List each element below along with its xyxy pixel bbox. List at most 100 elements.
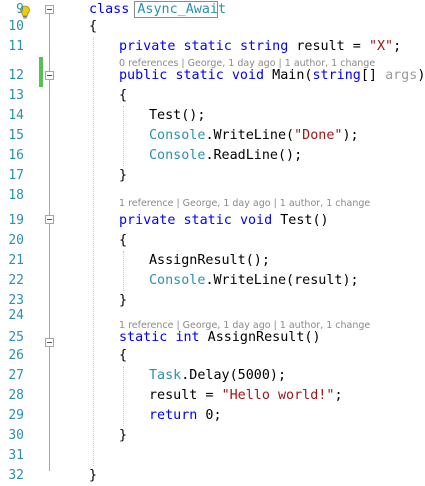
code-text[interactable]: {: [119, 346, 127, 366]
code-token: ;: [393, 39, 402, 54]
line-number: 17: [8, 168, 24, 183]
code-token: private: [119, 213, 176, 228]
code-token: static: [183, 39, 232, 54]
code-text[interactable]: {: [119, 86, 127, 106]
code-line[interactable]: 30}: [0, 426, 425, 446]
code-text[interactable]: private static string result = "X";: [119, 37, 401, 57]
code-line[interactable]: 31: [0, 446, 425, 466]
code-line[interactable]: 11 private static string result = "X";: [0, 37, 425, 57]
code-line[interactable]: 26 {: [0, 346, 425, 366]
line-number: 30: [8, 428, 24, 443]
code-line[interactable]: 19 private static void Test(): [0, 211, 425, 231]
code-line[interactable]: 20 {: [0, 231, 425, 251]
line-number: 29: [8, 408, 24, 423]
line-number: 12: [8, 68, 24, 83]
code-token: Console: [149, 148, 206, 163]
code-text[interactable]: private static void Test(): [119, 211, 329, 231]
indent-guide: [123, 251, 124, 291]
code-text[interactable]: }: [119, 166, 127, 186]
line-number: 27: [8, 368, 24, 383]
line-number: 10: [8, 19, 24, 34]
code-token: {: [119, 88, 128, 103]
codelens-info[interactable]: 1 reference | George, 1 day ago | 1 auth…: [119, 197, 370, 211]
code-token: Test();: [149, 108, 206, 123]
line-number: 20: [8, 233, 24, 248]
code-token: string: [239, 39, 289, 54]
code-line[interactable]: 27 Task.Delay(5000);: [0, 366, 425, 386]
codelens-info[interactable]: 0 references | George, 1 day ago | 1 aut…: [119, 57, 375, 71]
code-token: );: [342, 128, 359, 143]
code-token: result =: [149, 388, 222, 403]
code-token: {: [119, 348, 128, 363]
code-token: {: [89, 19, 98, 34]
code-token: Task: [149, 368, 182, 383]
code-token: {: [119, 233, 128, 248]
code-token: AssignResult();: [149, 253, 270, 268]
code-token: "Hello world!": [221, 388, 335, 403]
code-line[interactable]: 13 {: [0, 86, 425, 106]
code-text[interactable]: {: [89, 17, 97, 37]
collapse-icon[interactable]: [45, 71, 54, 80]
code-text[interactable]: {: [119, 231, 127, 251]
code-text[interactable]: Console.WriteLine(result);: [149, 271, 359, 291]
code-text[interactable]: }: [89, 466, 97, 486]
code-line[interactable]: 32}: [0, 466, 425, 486]
code-line[interactable]: 28 result = "Hello world!";: [0, 386, 425, 406]
code-token: }: [119, 428, 128, 443]
code-line[interactable]: 15 Console.WriteLine("Done");: [0, 126, 425, 146]
line-number: 24: [8, 308, 24, 323]
collapse-icon[interactable]: [45, 5, 54, 14]
code-token: Test(): [272, 213, 329, 228]
code-line[interactable]: 16 Console.ReadLine();: [0, 146, 425, 166]
line-number: 15: [8, 128, 24, 143]
code-line[interactable]: 14 Test();: [0, 106, 425, 126]
line-number: 31: [8, 448, 24, 463]
code-editor[interactable]: 9 class Async_Await 10{11 private static st…: [0, 0, 425, 483]
code-token: static: [183, 213, 232, 228]
line-number: 18: [8, 188, 24, 203]
code-line[interactable]: 29 return 0;: [0, 406, 425, 426]
outline-line: [49, 347, 50, 439]
code-line[interactable]: 21 AssignResult();: [0, 251, 425, 271]
code-token: 0;: [197, 408, 222, 423]
code-token: private: [119, 39, 176, 54]
code-token: "Done": [294, 128, 343, 143]
code-token: ;: [334, 388, 343, 403]
code-token: ): [417, 68, 425, 83]
collapse-icon[interactable]: [45, 215, 54, 224]
outline-line: [49, 80, 50, 178]
line-number: 11: [8, 39, 24, 54]
code-line[interactable]: 10 {: [0, 17, 425, 37]
rename-highlight: [134, 1, 218, 18]
line-number: 22: [8, 273, 24, 288]
code-token: }: [119, 168, 128, 183]
code-token: .ReadLine();: [205, 148, 303, 163]
code-token: void: [239, 213, 273, 228]
code-text[interactable]: Console.WriteLine("Done");: [149, 126, 359, 146]
code-text[interactable]: }: [119, 426, 127, 446]
codelens-info[interactable]: 1 reference | George, 1 day ago | 1 auth…: [119, 319, 370, 333]
indent-guide: [123, 106, 124, 166]
indent-guide: [93, 37, 94, 466]
code-line[interactable]: 22 Console.WriteLine(result);: [0, 271, 425, 291]
line-number: 16: [8, 148, 24, 163]
collapse-icon[interactable]: [45, 338, 54, 347]
line-number: 25: [8, 330, 24, 345]
code-token: .WriteLine(: [205, 128, 295, 143]
line-number: 21: [8, 253, 24, 268]
outline-line: [49, 224, 50, 301]
line-number: 13: [8, 88, 24, 103]
code-text[interactable]: return 0;: [149, 406, 222, 426]
code-text[interactable]: Console.ReadLine();: [149, 146, 302, 166]
code-text[interactable]: Test();: [149, 106, 205, 126]
line-number: 19: [8, 213, 24, 228]
code-text[interactable]: result = "Hello world!";: [149, 386, 343, 406]
code-text[interactable]: AssignResult();: [149, 251, 270, 271]
code-text[interactable]: Task.Delay(5000);: [149, 366, 286, 386]
line-number: 28: [8, 388, 24, 403]
code-line[interactable]: 17}: [0, 166, 425, 186]
